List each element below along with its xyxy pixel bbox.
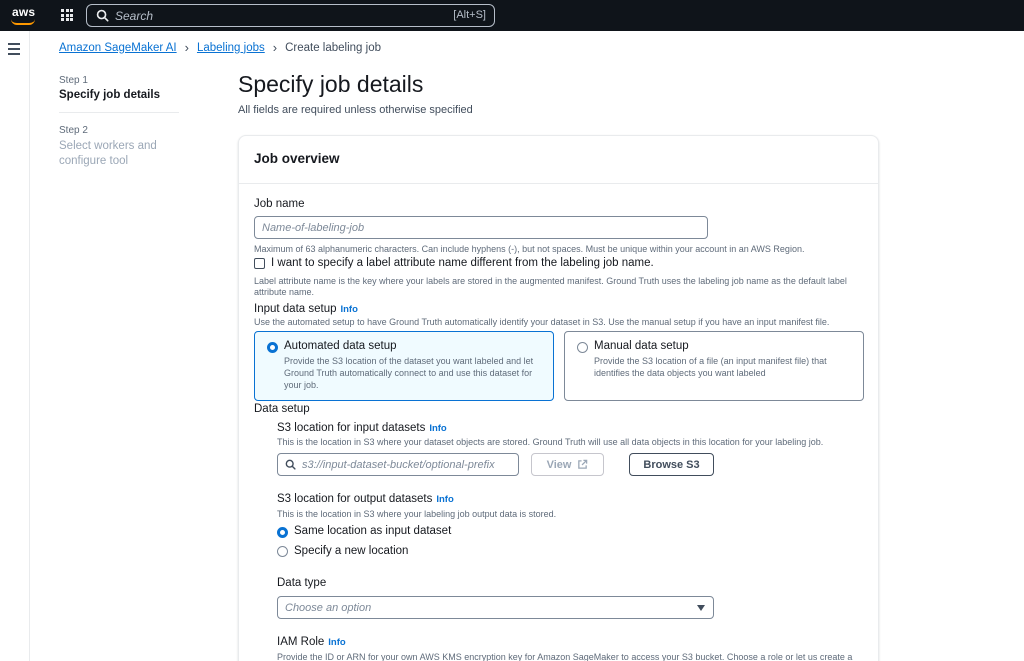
same-location-label: Same location as input dataset	[294, 525, 452, 537]
input-data-setup-hint: Use the automated setup to have Ground T…	[254, 317, 830, 327]
iam-role-hint: Provide the ID or ARN for your own AWS K…	[277, 652, 853, 661]
data-type-placeholder: Choose an option	[285, 602, 372, 614]
search-icon	[96, 9, 109, 22]
chevron-right-icon: ›	[272, 40, 278, 55]
wizard-steps: Step 1 Specify job details Step 2 Select…	[59, 75, 179, 169]
manual-data-setup-title: Manual data setup	[594, 340, 689, 352]
page-subtitle: All fields are required unless otherwise…	[238, 104, 473, 116]
manual-data-setup-desc: Provide the S3 location of a file (an in…	[594, 356, 827, 378]
manual-data-setup-tile[interactable]: Manual data setup Provide the S3 locatio…	[564, 331, 864, 401]
breadcrumb-labeling-jobs[interactable]: Labeling jobs	[197, 42, 265, 54]
chevron-right-icon: ›	[184, 40, 189, 55]
manual-data-setup-radio[interactable]	[577, 342, 588, 353]
iam-role-label-text: IAM Role	[277, 636, 325, 648]
step-divider	[59, 112, 179, 113]
s3-output-label: S3 location for output datasets Info	[277, 493, 454, 505]
job-overview-container: Job overview Job name Name-of-labeling-j…	[238, 135, 879, 661]
s3-input-hint: This is the location in S3 where your da…	[277, 437, 824, 447]
s3-output-hint: This is the location in S3 where your la…	[277, 509, 557, 519]
input-data-setup-label: Input data setup Info	[254, 303, 358, 315]
external-link-icon	[578, 459, 588, 469]
data-setup-label: Data setup	[254, 403, 310, 415]
label-attribute-checkbox-label: I want to specify a label attribute name…	[271, 257, 654, 269]
new-location-label: Specify a new location	[294, 545, 409, 557]
s3-output-info-link[interactable]: Info	[436, 494, 453, 505]
same-location-radio[interactable]	[277, 527, 288, 538]
iam-role-info-link[interactable]: Info	[328, 637, 345, 648]
automated-data-setup-desc: Provide the S3 location of the dataset y…	[284, 356, 534, 390]
label-attribute-checkbox[interactable]	[254, 258, 265, 269]
browse-s3-button[interactable]: Browse S3	[629, 453, 714, 476]
s3-output-label-text: S3 location for output datasets	[277, 493, 433, 505]
search-shortcut: [Alt+S]	[453, 9, 486, 21]
data-type-label: Data type	[277, 577, 327, 589]
s3-input-info-link[interactable]: Info	[429, 423, 446, 434]
new-location-radio[interactable]	[277, 546, 288, 557]
breadcrumb-sagemaker[interactable]: Amazon SageMaker AI	[59, 42, 177, 54]
s3-input-field[interactable]: s3://input-dataset-bucket/optional-prefi…	[277, 453, 519, 476]
job-name-label: Job name	[254, 198, 305, 210]
page-title: Specify job details	[238, 71, 424, 97]
s3-input-label-text: S3 location for input datasets	[277, 422, 426, 434]
s3-input-label: S3 location for input datasets Info	[277, 422, 447, 434]
automated-data-setup-title: Automated data setup	[284, 340, 397, 352]
breadcrumb: Amazon SageMaker AI › Labeling jobs › Cr…	[59, 40, 381, 55]
container-title: Job overview	[254, 151, 340, 166]
search-icon	[285, 459, 296, 470]
iam-role-label: IAM Role Info	[277, 636, 346, 648]
step-1-number: Step 1	[59, 75, 88, 86]
job-name-placeholder: Name-of-labeling-job	[262, 222, 365, 234]
top-navigation-bar: aws Search [Alt+S]	[0, 0, 1024, 31]
view-button[interactable]: View	[531, 453, 604, 476]
search-input[interactable]: Search [Alt+S]	[86, 4, 495, 27]
automated-data-setup-radio[interactable]	[267, 342, 278, 353]
s3-input-placeholder: s3://input-dataset-bucket/optional-prefi…	[302, 459, 495, 471]
automated-data-setup-tile[interactable]: Automated data setup Provide the S3 loca…	[254, 331, 554, 401]
view-button-label: View	[546, 458, 572, 471]
aws-smile-icon	[11, 19, 35, 25]
aws-logo-text: aws	[12, 5, 36, 19]
job-name-input[interactable]: Name-of-labeling-job	[254, 216, 708, 239]
data-type-select[interactable]: Choose an option	[277, 596, 714, 619]
container-header: Job overview	[239, 136, 878, 184]
menu-icon[interactable]	[8, 43, 20, 58]
services-grid-icon[interactable]	[61, 9, 73, 21]
label-attribute-hint: Label attribute name is the key where yo…	[254, 276, 847, 297]
side-navigation-rail	[0, 31, 30, 661]
aws-logo[interactable]: aws	[11, 5, 36, 25]
search-placeholder: Search	[115, 9, 154, 23]
job-name-hint: Maximum of 63 alphanumeric characters. C…	[254, 244, 805, 254]
step-2-title: Select workers and configure tool	[59, 140, 157, 167]
step-1-title: Specify job details	[59, 89, 160, 101]
input-data-setup-text: Input data setup	[254, 303, 337, 315]
step-2-number: Step 2	[59, 125, 88, 136]
caret-down-icon	[697, 605, 705, 611]
breadcrumb-current: Create labeling job	[285, 41, 381, 54]
input-data-setup-info-link[interactable]: Info	[340, 304, 357, 315]
